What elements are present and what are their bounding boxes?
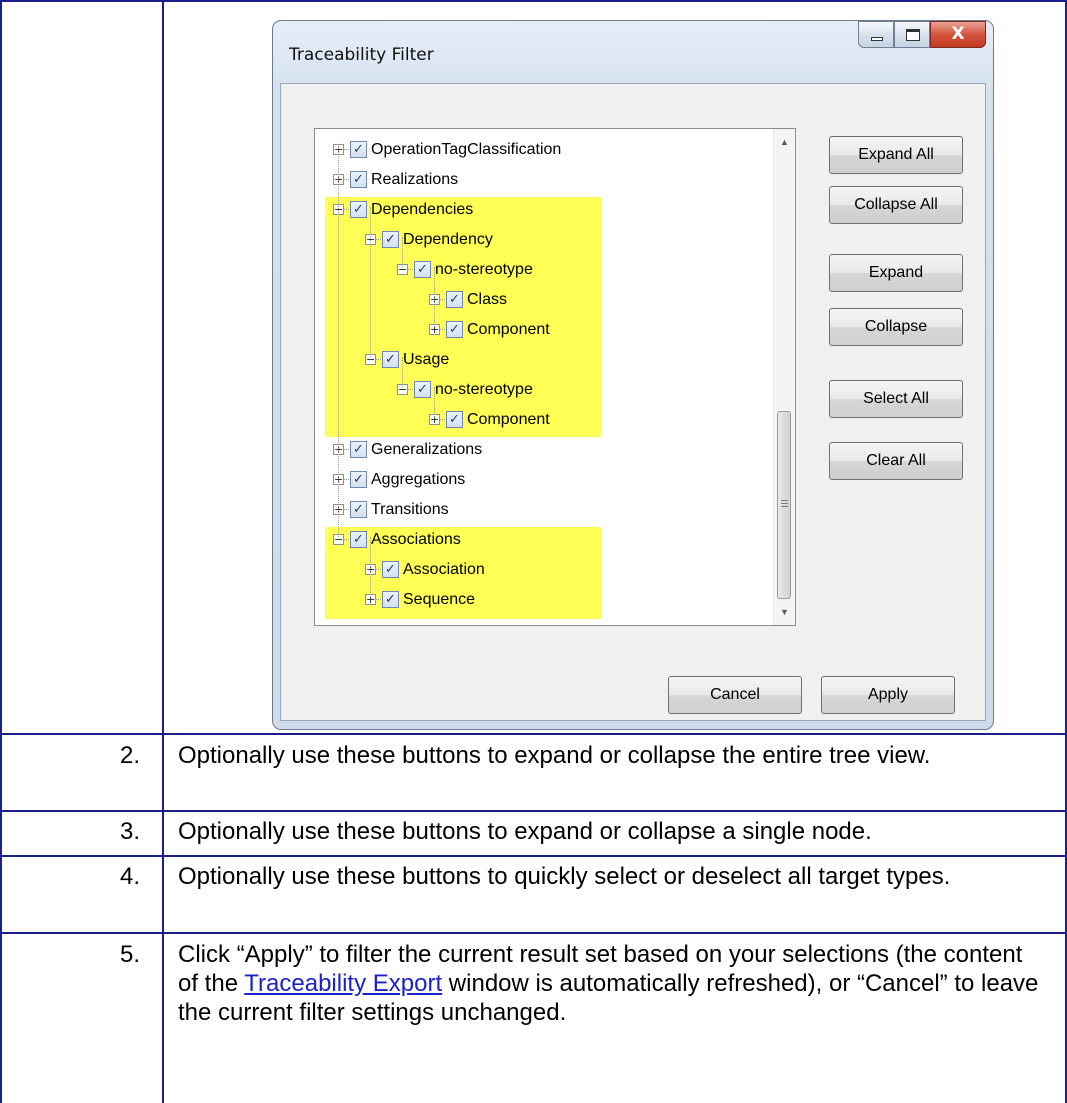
tree-node-checkbox[interactable]: ✓: [350, 531, 367, 548]
traceability-filter-dialog: Traceability Filter X + ✓ OperationTagClas…: [272, 20, 994, 730]
grip-icon: [781, 500, 788, 509]
tree-node-label: Aggregations: [371, 471, 466, 488]
tree-guide-line: [434, 387, 435, 417]
tree-node[interactable]: + ✓ Class: [315, 287, 755, 315]
tree-node-label: Associations: [371, 531, 461, 548]
tree-node-label: Class: [467, 291, 508, 308]
table-row-divider: [0, 855, 1067, 857]
scroll-up-icon[interactable]: ▲: [774, 131, 795, 153]
tree-node-checkbox[interactable]: ✓: [414, 261, 431, 278]
tree-node-label: Realizations: [371, 171, 459, 188]
scroll-down-icon[interactable]: ▼: [774, 601, 795, 623]
tree-node-checkbox[interactable]: ✓: [350, 201, 367, 218]
table-row-divider: [0, 733, 1067, 735]
tree-node[interactable]: + ✓ Sequence: [315, 587, 755, 615]
tree-node-label: no-stereotype: [435, 381, 533, 398]
tree-node-label: Association: [403, 561, 485, 578]
table-row-divider: [0, 932, 1067, 934]
tree-guide-line: [402, 237, 403, 267]
tree-guide-line: [338, 147, 339, 537]
tree-node[interactable]: + ✓ OperationTagClassification: [315, 137, 755, 165]
apply-button[interactable]: Apply: [821, 676, 955, 714]
tree-node-checkbox[interactable]: ✓: [350, 471, 367, 488]
tree-node-checkbox[interactable]: ✓: [446, 321, 463, 338]
maximize-icon: [906, 29, 920, 41]
tree-node[interactable]: − ✓ Dependencies: [315, 197, 755, 225]
table-border-middle: [162, 0, 164, 1103]
tree-node-label: Component: [467, 411, 550, 428]
traceability-export-link[interactable]: Traceability Export: [244, 970, 442, 997]
tree-node[interactable]: + ✓ Component: [315, 317, 755, 345]
step-number: 5.: [119, 941, 140, 968]
tree-node-checkbox[interactable]: ✓: [382, 231, 399, 248]
tree-scrollbar[interactable]: ▲ ▼: [773, 129, 795, 625]
collapse-all-button[interactable]: Collapse All: [829, 186, 963, 224]
minimize-button[interactable]: [858, 21, 894, 48]
step-description: Click “Apply” to filter the current resu…: [178, 940, 1048, 1027]
tree-node-checkbox[interactable]: ✓: [382, 351, 399, 368]
select-all-button[interactable]: Select All: [829, 380, 963, 418]
tree-node-checkbox[interactable]: ✓: [446, 291, 463, 308]
tree-node[interactable]: − ✓ no-stereotype: [315, 257, 755, 285]
step-description: Optionally use these buttons to expand o…: [178, 742, 931, 769]
tree-node[interactable]: + ✓ Component: [315, 407, 755, 435]
maximize-button[interactable]: [894, 21, 930, 48]
tree-node-label: Transitions: [371, 501, 449, 518]
tree-node-label: Dependencies: [371, 201, 474, 218]
dialog-title: Traceability Filter: [289, 45, 434, 65]
tree-node[interactable]: + ✓ Generalizations: [315, 437, 755, 465]
tree-node-checkbox[interactable]: ✓: [350, 441, 367, 458]
tree-node[interactable]: + ✓ Realizations: [315, 167, 755, 195]
table-row-divider: [0, 810, 1067, 812]
collapse-button[interactable]: Collapse: [829, 308, 963, 346]
tree-node[interactable]: − ✓ Associations: [315, 527, 755, 555]
tree-guide-line: [370, 537, 371, 597]
expand-button[interactable]: Expand: [829, 254, 963, 292]
tree-node-checkbox[interactable]: ✓: [382, 561, 399, 578]
tree-guide-line: [434, 267, 435, 327]
table-border-top: [0, 0, 1067, 2]
tree-node[interactable]: + ✓ Association: [315, 557, 755, 585]
tree-node[interactable]: − ✓ no-stereotype: [315, 377, 755, 405]
tree-node[interactable]: − ✓ Usage: [315, 347, 755, 375]
cancel-button[interactable]: Cancel: [668, 676, 802, 714]
step-description: Optionally use these buttons to expand o…: [178, 818, 872, 845]
tree-node-checkbox[interactable]: ✓: [414, 381, 431, 398]
step-number: 3.: [119, 818, 140, 845]
tree-node-label: OperationTagClassification: [371, 141, 562, 158]
clear-all-button[interactable]: Clear All: [829, 442, 963, 480]
tree-node-label: Usage: [403, 351, 450, 368]
tree-node-checkbox[interactable]: ✓: [446, 411, 463, 428]
tree-node-label: Component: [467, 321, 550, 338]
tree-node-label: Dependency: [403, 231, 493, 248]
tree-node[interactable]: + ✓ Aggregations: [315, 467, 755, 495]
window-controls: X: [858, 21, 986, 48]
step-description: Optionally use these buttons to quickly …: [178, 863, 951, 890]
tree-node[interactable]: − ✓ Dependency: [315, 227, 755, 255]
tree-node[interactable]: + ✓ Transitions: [315, 497, 755, 525]
table-border-left: [0, 0, 2, 1103]
tree-node-checkbox[interactable]: ✓: [350, 171, 367, 188]
minimize-icon: [871, 37, 883, 41]
expand-all-button[interactable]: Expand All: [829, 136, 963, 174]
tree-node-label: Sequence: [403, 591, 476, 608]
close-button[interactable]: X: [930, 21, 986, 48]
tree-guide-line: [402, 357, 403, 387]
dialog-client-area: + ✓ OperationTagClassification + ✓ Realizatio…: [280, 83, 986, 721]
step-number: 2.: [119, 742, 140, 769]
tree-node-checkbox[interactable]: ✓: [382, 591, 399, 608]
scrollbar-thumb[interactable]: [777, 411, 791, 599]
tree-guide-line: [370, 207, 371, 357]
tree-node-label: Generalizations: [371, 441, 483, 458]
tree-node-checkbox[interactable]: ✓: [350, 141, 367, 158]
tree-node-label: no-stereotype: [435, 261, 533, 278]
tree-node-checkbox[interactable]: ✓: [350, 501, 367, 518]
target-type-tree[interactable]: + ✓ OperationTagClassification + ✓ Realizatio…: [314, 128, 796, 626]
step-number: 4.: [119, 863, 140, 890]
close-icon: X: [951, 24, 965, 44]
